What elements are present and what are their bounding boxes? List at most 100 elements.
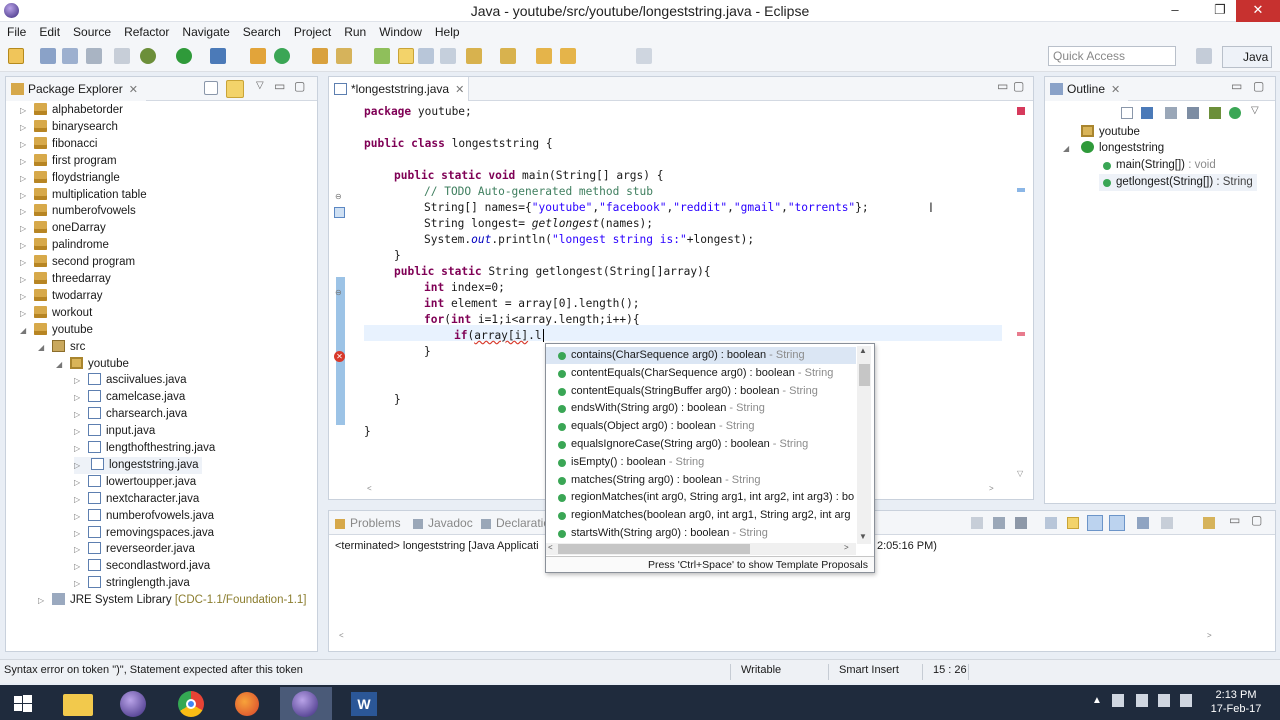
tree-item-java[interactable]: ▷ lowertoupper.java [74, 474, 196, 491]
network-icon[interactable] [1136, 694, 1148, 707]
tree-item-java[interactable]: ▷ secondlastword.java [74, 558, 210, 575]
expand-icon[interactable]: ▷ [20, 102, 29, 119]
expand-icon[interactable]: ▷ [20, 254, 29, 271]
tree-item-project[interactable]: ▷ workout [20, 305, 92, 322]
forward-icon[interactable] [560, 48, 576, 64]
completion-proposal[interactable]: isEmpty() : boolean - String [546, 454, 854, 472]
maximize-view-icon[interactable]: ▢ [1013, 79, 1024, 93]
tree-item-project[interactable]: ▷ alphabetorder [20, 102, 123, 119]
tree-item-java[interactable]: ▷ charsearch.java [74, 406, 187, 423]
expand-icon[interactable]: ▷ [74, 474, 83, 491]
debug-icon[interactable] [140, 48, 156, 64]
expand-icon[interactable]: ◢ [20, 322, 29, 339]
outline-method-getlongest[interactable]: getlongest(String[]) : String [1099, 174, 1257, 191]
menu-source[interactable]: Source [66, 22, 117, 39]
tab-javadoc[interactable]: Javadoc [413, 516, 473, 530]
scroll-right-icon[interactable]: > [989, 484, 994, 493]
clock[interactable]: 2:13 PM 17-Feb-17 [1206, 688, 1266, 716]
open-console-icon[interactable] [1203, 517, 1215, 529]
tree-item-project[interactable]: ▷ fibonacci [20, 136, 97, 153]
chrome-icon[interactable] [166, 687, 218, 720]
search-icon[interactable] [336, 48, 352, 64]
menu-edit[interactable]: Edit [32, 22, 66, 39]
menu-refactor[interactable]: Refactor [117, 22, 175, 39]
scroll-up-icon[interactable]: ▲ [859, 346, 867, 355]
outline-method-main[interactable]: main(String[]) : void [1103, 157, 1216, 174]
maximize-view-icon[interactable]: ▢ [1251, 513, 1262, 527]
tree-item-java[interactable]: ▷ nextcharacter.java [74, 491, 199, 508]
scroll-down-icon[interactable]: ▼ [859, 532, 867, 541]
proposal-scrollbar[interactable]: ▲ ▼ [857, 346, 871, 544]
completion-proposal[interactable]: startsWith(String arg0) : boolean - Stri… [546, 525, 854, 543]
error-annotation[interactable] [1017, 332, 1025, 336]
expand-icon[interactable]: ◢ [1063, 140, 1072, 157]
view-menu-icon[interactable]: ▽ [256, 80, 264, 91]
hide-fields-icon[interactable] [1165, 107, 1177, 119]
start-button[interactable] [0, 687, 46, 720]
scroll-left-icon[interactable]: < [548, 543, 553, 552]
tab-problems[interactable]: Problems [335, 516, 401, 530]
expand-icon[interactable]: ▷ [74, 389, 83, 406]
word-icon[interactable]: W [338, 687, 390, 720]
console-scrollbar[interactable]: < > [339, 631, 1215, 643]
tree-item-project[interactable]: ▷ palindrome [20, 237, 109, 254]
print-icon[interactable] [86, 48, 102, 64]
pin-console-icon[interactable] [1137, 517, 1149, 529]
minimize-view-icon[interactable]: ▭ [1231, 79, 1242, 93]
show-hidden-icons[interactable]: ▲ [1092, 695, 1102, 706]
expand-icon[interactable]: ▷ [74, 575, 83, 592]
scroll-lock-icon[interactable] [1045, 517, 1057, 529]
expand-icon[interactable]: ▷ [74, 457, 83, 474]
task-annotation[interactable] [1017, 188, 1025, 192]
close-button[interactable]: ✕ [1236, 0, 1280, 22]
fold-toggle-icon[interactable]: ⊖ [335, 288, 343, 297]
tree-item-project[interactable]: ▷ threedarray [20, 271, 111, 288]
expand-icon[interactable]: ▷ [20, 203, 29, 220]
expand-icon[interactable]: ▷ [20, 119, 29, 136]
expand-icon[interactable]: ◢ [56, 356, 65, 373]
menu-window[interactable]: Window [372, 22, 428, 39]
close-icon[interactable]: ✕ [455, 84, 464, 96]
display-console-icon[interactable] [1161, 517, 1173, 529]
menu-search[interactable]: Search [236, 22, 287, 39]
collapse-all-icon[interactable] [1121, 107, 1133, 119]
tree-item-project[interactable]: ▷ second program [20, 254, 135, 271]
scroll-right-icon[interactable]: > [844, 543, 849, 552]
tree-item-java[interactable]: ▷ longeststring.java [74, 456, 202, 474]
tree-item-java[interactable]: ▷ stringlength.java [74, 575, 190, 592]
maximize-view-icon[interactable]: ▢ [1253, 79, 1264, 93]
tree-item-project[interactable]: ▷ numberofvowels [20, 203, 136, 220]
hide-local-types-icon[interactable] [1229, 107, 1241, 119]
toggle-icon[interactable] [114, 48, 130, 64]
outline-class[interactable]: ◢ longeststring [1063, 140, 1164, 157]
view-menu-icon[interactable]: ▽ [1251, 105, 1259, 116]
tree-item-package[interactable]: ◢ youtube [56, 356, 129, 373]
close-icon[interactable]: ✕ [1111, 84, 1120, 96]
expand-icon[interactable]: ▷ [74, 525, 83, 542]
expand-icon[interactable]: ▷ [74, 423, 83, 440]
tree-item-java[interactable]: ▷ removingspaces.java [74, 525, 214, 542]
tree-item-src[interactable]: ◢ src [38, 339, 85, 356]
expand-icon[interactable]: ▷ [74, 541, 83, 558]
tree-item-java[interactable]: ▷ lengthofthestring.java [74, 440, 215, 457]
show-stdout-icon[interactable] [1087, 515, 1103, 531]
new-class-icon[interactable] [274, 48, 290, 64]
scroll-left-icon[interactable]: < [339, 631, 344, 640]
expand-icon[interactable]: ▷ [20, 288, 29, 305]
tree-item-project[interactable]: ▷ floydstriangle [20, 170, 120, 187]
expand-icon[interactable]: ▷ [20, 220, 29, 237]
expand-icon[interactable]: ▷ [20, 271, 29, 288]
sort-icon[interactable] [1141, 107, 1153, 119]
action-center-icon[interactable] [1112, 694, 1124, 707]
scroll-thumb[interactable] [859, 364, 870, 386]
tree-item-java[interactable]: ▷ numberofvowels.java [74, 508, 214, 525]
terminate-icon[interactable] [971, 517, 983, 529]
firefox-icon[interactable] [222, 687, 274, 720]
expand-icon[interactable]: ◢ [38, 339, 47, 356]
expand-icon[interactable]: ▷ [20, 136, 29, 153]
save-all-icon[interactable] [62, 48, 78, 64]
tree-item-java[interactable]: ▷ asciivalues.java [74, 372, 187, 389]
save-icon[interactable] [40, 48, 56, 64]
file-explorer-icon[interactable] [52, 687, 104, 720]
menu-project[interactable]: Project [287, 22, 337, 39]
